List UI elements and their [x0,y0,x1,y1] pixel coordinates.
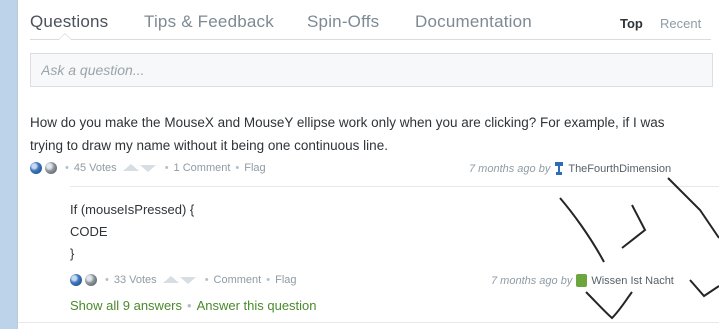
ask-question-input[interactable] [30,53,713,87]
question-comments-link[interactable]: 1 Comment [174,162,231,174]
answer-this-question-link[interactable]: Answer this question [197,298,317,313]
tab-spin-offs[interactable]: Spin-Offs [307,12,379,32]
answer-meta: • 33 Votes • Comment • Flag [70,274,297,286]
answer-actions: Show all 9 answers • Answer this questio… [70,298,317,313]
vote-down-icon[interactable] [139,165,156,172]
tab-questions[interactable]: Questions [30,12,108,32]
question-meta: • 45 Votes • 1 Comment • Flag [30,162,266,174]
bottom-divider [18,322,719,323]
question-votes: 45 Votes [73,162,117,174]
sort-top[interactable]: Top [620,16,643,31]
sort-recent[interactable]: Recent [660,16,701,31]
avatar-icon [576,274,588,287]
show-all-answers-link[interactable]: Show all 9 answers [70,298,182,313]
tab-bar: Questions Tips & Feedback Spin-Offs Docu… [30,12,711,40]
globe-gray-icon [85,274,97,286]
answer-divider [70,186,719,187]
globe-icon [70,274,82,286]
answer-author[interactable]: Wissen Ist Nacht [591,275,674,287]
vote-up-icon[interactable] [122,164,139,171]
answer-code-line: If (mouseIsPressed) { [70,202,195,217]
answer-code-line: } [70,246,75,261]
active-tab-caret [58,33,72,40]
question-author[interactable]: TheFourthDimension [568,163,671,175]
question-time: 7 months ago by [469,163,551,175]
tab-tips-feedback[interactable]: Tips & Feedback [144,12,274,32]
vote-up-icon[interactable] [162,276,179,283]
tab-underline [30,39,711,40]
question-byline: 7 months ago by TheFourthDimension [469,162,671,176]
answer-flag-link[interactable]: Flag [275,274,296,286]
answer-body: If (mouseIsPressed) { CODE } [70,199,194,265]
globe-gray-icon [45,162,57,174]
answer-comment-link[interactable]: Comment [214,274,262,286]
answer-time: 7 months ago by [491,274,573,287]
question-flag-link[interactable]: Flag [244,162,265,174]
vote-down-icon[interactable] [179,277,196,284]
answer-byline: 7 months ago by Wissen Ist Nacht [491,274,674,287]
answer-code-line: CODE [70,224,108,239]
discussion-panel: Questions Tips & Feedback Spin-Offs Docu… [17,0,719,329]
avatar-icon [555,162,564,175]
globe-icon [30,162,42,174]
answer-votes: 33 Votes [113,274,157,286]
question-text: How do you make the MouseX and MouseY el… [30,115,665,153]
tab-documentation[interactable]: Documentation [415,12,532,32]
